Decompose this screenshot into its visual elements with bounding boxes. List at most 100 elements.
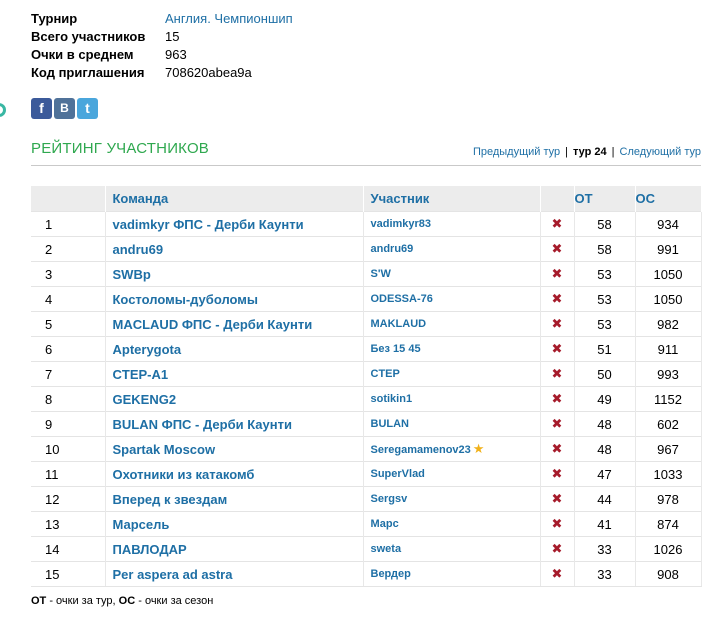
remove-icon[interactable]: ✖ bbox=[540, 461, 575, 487]
remove-icon[interactable]: ✖ bbox=[540, 336, 575, 362]
current-tour: тур 24 bbox=[573, 146, 607, 158]
participant-link[interactable]: Sergsv bbox=[371, 493, 408, 505]
legend-ot-text: - очки за тур, bbox=[46, 595, 119, 607]
team-link[interactable]: CTEP-A1 bbox=[105, 361, 364, 387]
remove-icon[interactable]: ✖ bbox=[540, 261, 575, 287]
info-label: Код приглашения bbox=[31, 65, 145, 80]
info-row-invite-code: Код приглашения 708620abea9a bbox=[31, 64, 293, 82]
remove-icon[interactable]: ✖ bbox=[540, 536, 575, 562]
header-os[interactable]: ОС bbox=[635, 186, 702, 212]
header-team[interactable]: Команда bbox=[105, 186, 364, 212]
remove-icon[interactable]: ✖ bbox=[540, 311, 575, 337]
team-link[interactable]: ПАВЛОДАР bbox=[105, 536, 364, 562]
participant-link[interactable]: MAKLAUD bbox=[371, 318, 427, 330]
participant-link[interactable]: sotikin1 bbox=[371, 393, 413, 405]
table-row: 12 Вперед к звездам Sergsv ✖ 44 978 bbox=[31, 486, 702, 512]
tournament-link[interactable]: Англия. Чемпионшип bbox=[165, 10, 293, 28]
participant-link[interactable]: Без 15 45 bbox=[371, 343, 421, 355]
season-points: 1033 bbox=[635, 461, 702, 487]
remove-icon[interactable]: ✖ bbox=[540, 511, 575, 537]
table-row: 2 andru69 andru69 ✖ 58 991 bbox=[31, 236, 702, 262]
tour-points: 58 bbox=[574, 211, 636, 237]
tour-points: 50 bbox=[574, 361, 636, 387]
remove-icon[interactable]: ✖ bbox=[540, 211, 575, 237]
participant-link[interactable]: BULAN bbox=[371, 418, 410, 430]
vkontakte-icon[interactable]: B bbox=[54, 98, 75, 119]
info-row-average: Очки в среднем 963 bbox=[31, 46, 293, 64]
season-points: 1026 bbox=[635, 536, 702, 562]
remove-icon[interactable]: ✖ bbox=[540, 236, 575, 262]
participant-link[interactable]: Марс bbox=[371, 518, 399, 530]
header-participant[interactable]: Участник bbox=[363, 186, 541, 212]
participant-cell: Марс bbox=[363, 511, 541, 537]
rating-table: Команда Участник ОТ ОС 1 vadimkyr ФПС - Д… bbox=[31, 186, 702, 587]
social-share: f B t bbox=[31, 98, 98, 119]
info-value: 15 bbox=[165, 29, 180, 44]
team-link[interactable]: Apterygota bbox=[105, 336, 364, 362]
team-link[interactable]: Марсель bbox=[105, 511, 364, 537]
team-link[interactable]: Костоломы-дуболомы bbox=[105, 286, 364, 312]
remove-icon[interactable]: ✖ bbox=[540, 486, 575, 512]
previous-tour-link[interactable]: Предыдущий тур bbox=[473, 146, 560, 158]
remove-icon[interactable]: ✖ bbox=[540, 436, 575, 462]
tour-points: 51 bbox=[574, 336, 636, 362]
team-link[interactable]: Охотники из катакомб bbox=[105, 461, 364, 487]
next-tour-link[interactable]: Следующий тур bbox=[620, 146, 701, 158]
legend-os-text: - очки за сезон bbox=[135, 595, 214, 607]
participant-link[interactable]: Seregamamenov23 bbox=[371, 444, 471, 456]
nav-separator: | bbox=[611, 146, 615, 158]
info-label: Турнир bbox=[31, 11, 78, 26]
header-remove bbox=[540, 186, 575, 212]
remove-icon[interactable]: ✖ bbox=[540, 286, 575, 312]
participant-link[interactable]: S'W bbox=[371, 268, 391, 280]
season-points: 1050 bbox=[635, 286, 702, 312]
season-points: 991 bbox=[635, 236, 702, 262]
team-link[interactable]: SWBp bbox=[105, 261, 364, 287]
tour-points: 53 bbox=[574, 311, 636, 337]
team-link[interactable]: GEKENG2 bbox=[105, 386, 364, 412]
season-points: 602 bbox=[635, 411, 702, 437]
participant-link[interactable]: andru69 bbox=[371, 243, 414, 255]
twitter-icon[interactable]: t bbox=[77, 98, 98, 119]
remove-icon[interactable]: ✖ bbox=[540, 386, 575, 412]
info-label: Очки в среднем bbox=[31, 47, 134, 62]
remove-icon[interactable]: ✖ bbox=[540, 361, 575, 387]
team-link[interactable]: vadimkyr ФПС - Дерби Каунти bbox=[105, 211, 364, 237]
participant-cell: ODESSA-76 bbox=[363, 286, 541, 312]
rating-rows: 1 vadimkyr ФПС - Дерби Каунти vadimkyr83 ✖ 5… bbox=[31, 211, 702, 587]
table-row: 10 Spartak Moscow Seregamamenov23 ★ ✖ 48 967 bbox=[31, 436, 702, 462]
participant-link[interactable]: CTEP bbox=[371, 368, 400, 380]
participant-cell: Sergsv bbox=[363, 486, 541, 512]
legend-ot-abbr: ОТ bbox=[31, 595, 47, 607]
season-points: 911 bbox=[635, 336, 702, 362]
season-points: 908 bbox=[635, 561, 702, 587]
participant-link[interactable]: ODESSA-76 bbox=[371, 293, 433, 305]
row-number: 5 bbox=[31, 311, 106, 337]
team-link[interactable]: Per aspera ad astra bbox=[105, 561, 364, 587]
table-row: 6 Apterygota Без 15 45 ✖ 51 911 bbox=[31, 336, 702, 362]
participant-cell: MAKLAUD bbox=[363, 311, 541, 337]
tournament-info: Турнир Англия. Чемпионшип Всего участник… bbox=[31, 10, 293, 82]
team-link[interactable]: andru69 bbox=[105, 236, 364, 262]
team-link[interactable]: Вперед к звездам bbox=[105, 486, 364, 512]
participant-cell: sotikin1 bbox=[363, 386, 541, 412]
table-row: 11 Охотники из катакомб SuperVlad ✖ 47 1033 bbox=[31, 461, 702, 487]
participant-link[interactable]: sweta bbox=[371, 543, 402, 555]
remove-icon[interactable]: ✖ bbox=[540, 561, 575, 587]
facebook-icon[interactable]: f bbox=[31, 98, 52, 119]
team-link[interactable]: MACLAUD ФПС - Дерби Каунти bbox=[105, 311, 364, 337]
row-number: 12 bbox=[31, 486, 106, 512]
tour-points: 33 bbox=[574, 561, 636, 587]
participant-cell: CTEP bbox=[363, 361, 541, 387]
participant-link[interactable]: SuperVlad bbox=[371, 468, 425, 480]
participant-link[interactable]: Вердер bbox=[371, 568, 411, 580]
tour-points: 44 bbox=[574, 486, 636, 512]
team-link[interactable]: BULAN ФПС - Дерби Каунти bbox=[105, 411, 364, 437]
team-link[interactable]: Spartak Moscow bbox=[105, 436, 364, 462]
row-number: 14 bbox=[31, 536, 106, 562]
remove-icon[interactable]: ✖ bbox=[540, 411, 575, 437]
header-ot[interactable]: ОТ bbox=[574, 186, 636, 212]
season-points: 978 bbox=[635, 486, 702, 512]
participant-link[interactable]: vadimkyr83 bbox=[371, 218, 432, 230]
tour-points: 41 bbox=[574, 511, 636, 537]
